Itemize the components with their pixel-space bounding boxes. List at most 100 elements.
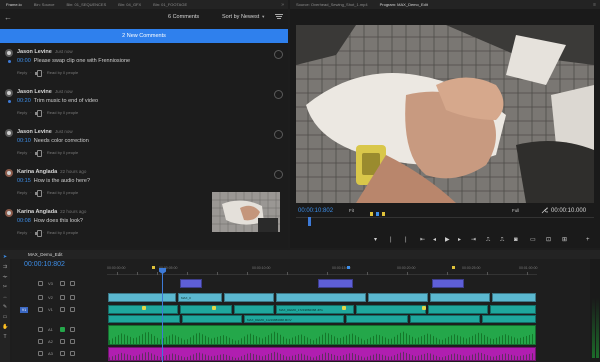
solo-icon[interactable] [70,339,75,344]
solo-icon[interactable] [70,351,75,356]
comment-item[interactable]: Jason Levine Just now 00:10 Needs color co… [0,125,288,165]
timeline-clip[interactable] [224,293,274,302]
timeline-clip[interactable] [346,315,408,323]
reply-link[interactable]: Reply [17,110,27,115]
comment-item[interactable]: Jason Levine Just now 00:20 Trim music to … [0,85,288,125]
timeline-marker[interactable] [347,266,350,269]
vr-icon[interactable]: ⊡ [546,235,551,245]
eye-icon[interactable] [70,307,75,312]
timeline-clip[interactable] [180,305,232,314]
like-icon[interactable] [34,230,42,237]
track-header-a3[interactable]: A3 [12,349,107,359]
timeline-clip[interactable] [482,315,536,323]
tab-sequence[interactable]: MAX_Demo_Edit [10,252,63,257]
add-button-icon[interactable]: + [586,235,590,245]
timeline-clip[interactable] [234,305,274,314]
timeline-clip[interactable] [318,279,353,288]
timeline-clip[interactable] [428,305,488,314]
timeline-clip[interactable] [356,305,426,314]
comment-thumbnail[interactable] [212,192,280,232]
timeline-clip[interactable] [432,279,464,288]
timeline-clip[interactable]: MAX_DEMO_11219883968.MOV [244,315,344,323]
program-video-frame[interactable] [296,25,594,203]
go-to-out-icon[interactable]: ⇥ [471,235,476,245]
program-playhead[interactable] [308,217,311,226]
mark-out-icon[interactable]: | [405,235,407,245]
timeline-clip[interactable] [108,315,180,323]
play-icon[interactable]: ▶ [445,235,450,245]
timeline-clip[interactable] [410,315,480,323]
timeline-clip[interactable] [108,293,176,302]
comment-timecode[interactable]: 00:10 [17,138,31,144]
track-header-v1[interactable]: V1 V1 [12,305,107,315]
track-header-v3[interactable]: V3 [12,279,107,289]
v1-source-target[interactable]: V1 [20,307,28,313]
export-frame-icon[interactable]: ⊞ [562,235,567,245]
mute-icon[interactable] [60,339,65,344]
comment-timecode[interactable]: 00:20 [17,98,31,104]
solo-icon[interactable] [70,327,75,332]
track-header-a1[interactable]: A1 [12,325,107,335]
reply-link[interactable]: Reply [17,190,27,195]
type-tool-icon[interactable]: T [2,334,8,340]
timeline-marker[interactable] [452,266,455,269]
eye-icon[interactable] [70,281,75,286]
wrench-icon[interactable] [541,207,548,214]
timeline-clip[interactable] [490,305,536,314]
step-back-icon[interactable]: ◂ [433,235,436,245]
tab-bin-source[interactable]: Bin: Source [28,0,61,9]
resolve-checkbox[interactable] [274,90,283,99]
like-icon[interactable] [34,70,42,77]
tab-bin-footage[interactable]: Bin: 01_FOOTAGE [147,0,193,9]
sort-dropdown[interactable]: Sort by Newest ▼ [222,14,265,20]
filter-icon[interactable] [275,13,283,22]
camera-icon[interactable]: ◙ [514,235,518,245]
comment-timecode[interactable]: 00:15 [17,178,31,184]
comment-timecode[interactable]: 00:08 [17,218,31,224]
sync-icon[interactable] [60,281,65,286]
timeline-clip[interactable] [276,293,366,302]
pen-tool-icon[interactable]: ✎ [2,304,8,310]
new-comments-banner[interactable]: 2 New Comments [0,29,288,43]
timeline-clip[interactable] [182,315,242,323]
timeline-clip[interactable] [180,279,202,288]
lift-icon[interactable]: ⎍ [486,235,490,245]
lock-icon[interactable] [38,281,43,286]
slip-tool-icon[interactable]: ↔ [2,294,8,300]
timeline-playhead[interactable] [162,268,163,362]
lock-icon[interactable] [38,327,43,332]
like-icon[interactable] [34,190,42,197]
lock-icon[interactable] [38,339,43,344]
lock-icon[interactable] [38,307,43,312]
zoom-fit-dropdown[interactable]: Fit [349,208,354,213]
comment-item[interactable]: Jason Levine Just now 00:00 Please swap cl… [0,45,288,85]
sync-icon[interactable] [60,295,65,300]
go-to-in-icon[interactable]: ⇤ [420,235,425,245]
mute-icon[interactable] [60,327,65,332]
add-marker-icon[interactable]: ▾ [374,235,377,245]
back-arrow-icon[interactable]: ← [4,13,12,22]
mark-in-icon[interactable]: | [390,235,392,245]
lock-icon[interactable] [38,295,43,300]
like-icon[interactable] [34,150,42,157]
panel-menu-icon[interactable]: ≡ [593,2,600,8]
timeline-clip[interactable] [492,293,536,302]
tab-bin-gfx[interactable]: Bin: 04_GFX [112,0,147,9]
hand-tool-icon[interactable]: ✋ [2,324,8,330]
rectangle-tool-icon[interactable]: ▭ [2,314,8,320]
comment-timecode[interactable]: 00:00 [17,58,31,64]
reply-link[interactable]: Reply [17,70,27,75]
sync-icon[interactable] [60,307,65,312]
step-forward-icon[interactable]: ▸ [458,235,461,245]
comparison-view-icon[interactable]: ▭ [530,235,536,245]
resolve-checkbox[interactable] [274,170,283,179]
playback-resolution-dropdown[interactable]: Full [512,208,519,213]
reply-link[interactable]: Reply [17,150,27,155]
track-header-a2[interactable]: A2 [12,337,107,347]
program-current-timecode[interactable]: 00:00:10:802 [298,208,333,214]
mute-icon[interactable] [60,351,65,356]
ripple-edit-tool-icon[interactable]: ⟛ [2,274,8,280]
resolve-checkbox[interactable] [274,50,283,59]
selection-tool-icon[interactable]: ➤ [2,254,8,260]
timeline-marker[interactable] [152,266,155,269]
